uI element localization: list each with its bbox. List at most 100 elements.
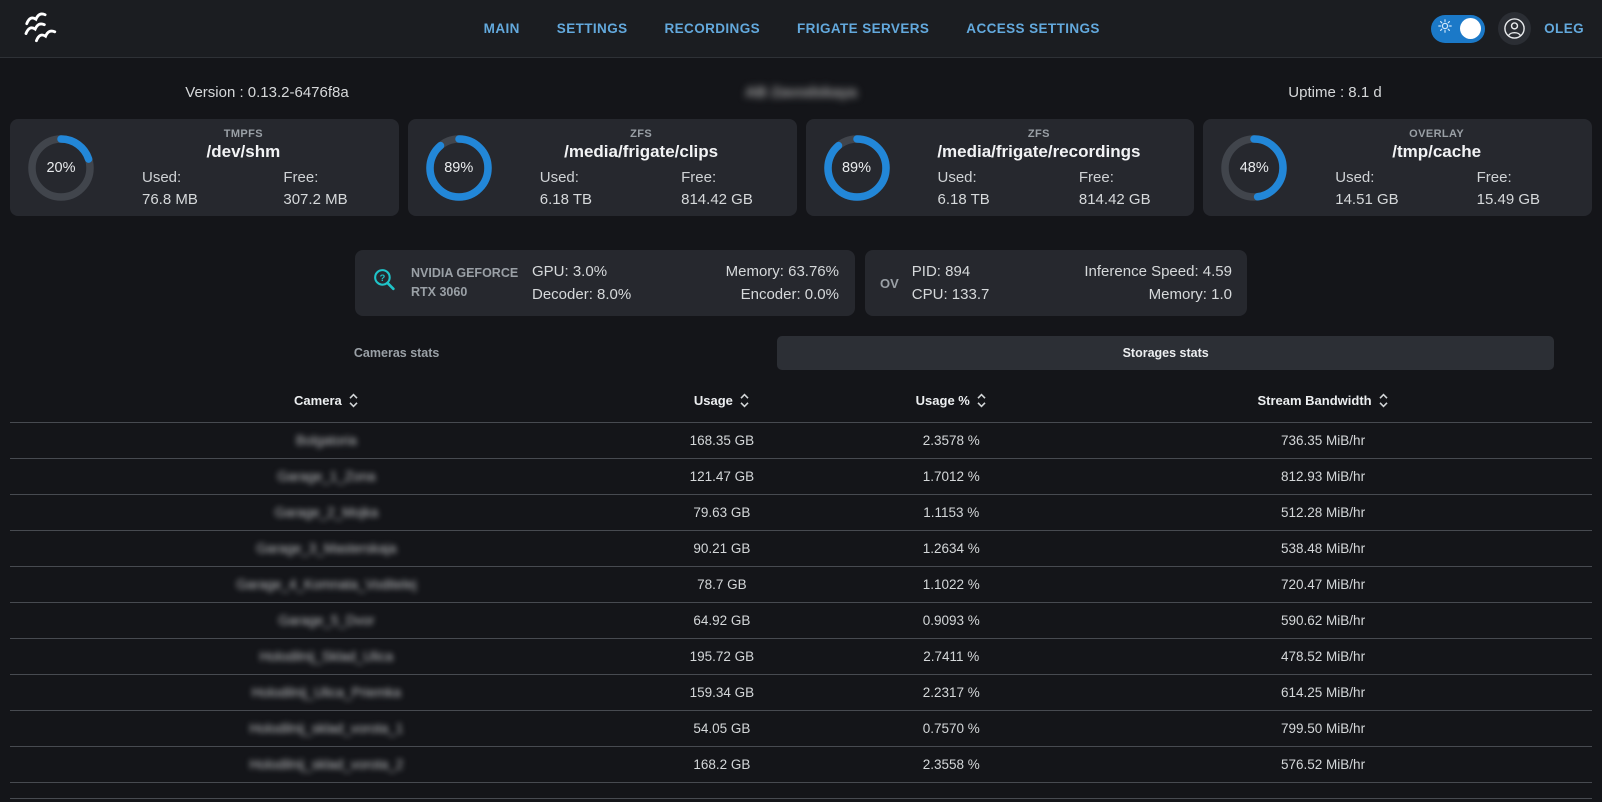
camera-usage-percent: 1.2634 % [801, 541, 1102, 556]
theme-toggle[interactable] [1431, 15, 1485, 43]
gpu-name: NVIDIA GEFORCE RTX 3060 [411, 264, 519, 303]
table-row-partial [10, 782, 1592, 799]
camera-usage: 78.7 GB [643, 577, 801, 592]
table-row[interactable]: Holodilnij_Ulica_Priemka 159.34 GB 2.231… [10, 674, 1592, 710]
filesystem-type: ZFS [500, 128, 783, 140]
frigate-birds-logo [18, 7, 62, 51]
gpu-usage: GPU: 3.0% [532, 263, 631, 280]
table-row[interactable]: Garage_4_Komnata_Voditelej 78.7 GB 1.102… [10, 566, 1592, 602]
table-header: Camera Usage Usage % Stream Bandwidth [10, 378, 1592, 422]
camera-bandwidth: 590.62 MiB/hr [1102, 613, 1545, 628]
camera-bandwidth: 538.48 MiB/hr [1102, 541, 1545, 556]
tab-storages-stats[interactable]: Storages stats [777, 336, 1554, 370]
storage-card: 20% TMPFS /dev/shm Used: 76.8 MB Free: 3… [10, 119, 399, 216]
free-value: 15.49 GB [1477, 191, 1578, 208]
gpu-card: ? NVIDIA GEFORCE RTX 3060 GPU: 3.0% Deco… [355, 250, 855, 316]
usage-percent-label: 89% [824, 135, 890, 201]
storage-card: 89% ZFS /media/frigate/clips Used: 6.18 … [408, 119, 797, 216]
camera-usage-percent: 1.1022 % [801, 577, 1102, 592]
storage-cards-row: 20% TMPFS /dev/shm Used: 76.8 MB Free: 3… [10, 119, 1592, 216]
detector-pid: PID: 894 [912, 263, 990, 280]
table-row[interactable]: Holodilnij_sklad_vorota_2 168.2 GB 2.355… [10, 746, 1592, 782]
top-navbar: MAIN SETTINGS RECORDINGS FRIGATE SERVERS ACC… [0, 0, 1602, 58]
used-label: Used: [142, 169, 243, 186]
nav-item-main[interactable]: MAIN [484, 21, 520, 36]
nav-item-access-settings[interactable]: ACCESS SETTINGS [966, 21, 1100, 36]
nav-item-recordings[interactable]: RECORDINGS [665, 21, 761, 36]
camera-usage: 54.05 GB [643, 721, 801, 736]
free-label: Free: [681, 169, 782, 186]
nav-item-frigate-servers[interactable]: FRIGATE SERVERS [797, 21, 929, 36]
camera-usage: 168.2 GB [643, 757, 801, 772]
camera-usage-percent: 2.3578 % [801, 433, 1102, 448]
camera-usage-percent: 0.7570 % [801, 721, 1102, 736]
detector-card: OV PID: 894 CPU: 133.7 Inference Speed: … [865, 250, 1247, 316]
toggle-knob [1460, 18, 1481, 39]
username[interactable]: OLEG [1544, 21, 1584, 36]
free-label: Free: [1079, 169, 1180, 186]
camera-bandwidth: 478.52 MiB/hr [1102, 649, 1545, 664]
user-avatar-icon[interactable] [1498, 12, 1531, 45]
camera-bandwidth: 720.47 MiB/hr [1102, 577, 1545, 592]
nav-item-settings[interactable]: SETTINGS [557, 21, 628, 36]
camera-usage: 79.63 GB [643, 505, 801, 520]
camera-usage-percent: 2.2317 % [801, 685, 1102, 700]
camera-bandwidth: 614.25 MiB/hr [1102, 685, 1545, 700]
usage-donut-chart: 89% [426, 135, 492, 201]
gpu-memory: Memory: 63.76% [726, 263, 839, 280]
free-value: 307.2 MB [283, 191, 384, 208]
mount-path: /dev/shm [102, 142, 385, 162]
tab-cameras-stats[interactable]: Cameras stats [16, 336, 777, 370]
free-value: 814.42 GB [681, 191, 782, 208]
camera-name: Holodilnij_sklad_vorota_2 [10, 757, 643, 772]
table-row[interactable]: Garage_3_Masterskaja 90.21 GB 1.2634 % 5… [10, 530, 1592, 566]
used-label: Used: [938, 169, 1039, 186]
free-label: Free: [1477, 169, 1578, 186]
frigate-dashboard: MAIN SETTINGS RECORDINGS FRIGATE SERVERS ACC… [0, 0, 1602, 802]
table-row[interactable]: Garage_5_Dvor 64.92 GB 0.9093 % 590.62 M… [10, 602, 1592, 638]
mount-path: /tmp/cache [1295, 142, 1578, 162]
camera-name: Garage_3_Masterskaja [10, 541, 643, 556]
table-row[interactable]: Bolgatoria 168.35 GB 2.3578 % 736.35 MiB… [10, 422, 1592, 458]
server-info-row: Version : 0.13.2-6476f8a AB Zavodskaya U… [0, 79, 1602, 105]
camera-usage: 168.35 GB [643, 433, 801, 448]
camera-usage-percent: 2.7411 % [801, 649, 1102, 664]
used-value: 76.8 MB [142, 191, 243, 208]
gpu-decoder: Decoder: 8.0% [532, 286, 631, 303]
used-value: 14.51 GB [1335, 191, 1436, 208]
table-row[interactable]: Garage_1_Zona 121.47 GB 1.7012 % 812.93 … [10, 458, 1592, 494]
camera-bandwidth: 799.50 MiB/hr [1102, 721, 1545, 736]
camera-usage-percent: 1.7012 % [801, 469, 1102, 484]
table-row[interactable]: Garage_2_Mojka 79.63 GB 1.1153 % 512.28 … [10, 494, 1592, 530]
detector-memory: Memory: 1.0 [1084, 286, 1232, 303]
table-row[interactable]: Holodilnij_Sklad_Ulica 195.72 GB 2.7411 … [10, 638, 1592, 674]
usage-percent-label: 20% [28, 135, 94, 201]
column-header-usage-percent[interactable]: Usage % [801, 392, 1102, 409]
nav-right: OLEG [1431, 12, 1584, 45]
detector-name: OV [880, 276, 899, 291]
camera-name: Garage_5_Dvor [10, 613, 643, 628]
column-header-stream-bandwidth[interactable]: Stream Bandwidth [1102, 392, 1545, 409]
camera-name: Holodilnij_Sklad_Ulica [10, 649, 643, 664]
camera-bandwidth: 512.28 MiB/hr [1102, 505, 1545, 520]
camera-usage: 159.34 GB [643, 685, 801, 700]
hardware-cards-row: ? NVIDIA GEFORCE RTX 3060 GPU: 3.0% Deco… [0, 250, 1602, 316]
usage-donut-chart: 89% [824, 135, 890, 201]
used-label: Used: [540, 169, 641, 186]
sun-icon [1438, 19, 1452, 38]
filesystem-type: TMPFS [102, 128, 385, 140]
usage-donut-chart: 48% [1221, 135, 1287, 201]
filesystem-type: ZFS [898, 128, 1181, 140]
used-value: 6.18 TB [938, 191, 1039, 208]
camera-name: Bolgatoria [10, 433, 643, 448]
version-label: Version : 0.13.2-6476f8a [0, 84, 534, 101]
filesystem-type: OVERLAY [1295, 128, 1578, 140]
camera-bandwidth: 736.35 MiB/hr [1102, 433, 1545, 448]
column-header-camera[interactable]: Camera [10, 392, 643, 409]
camera-usage: 90.21 GB [643, 541, 801, 556]
camera-usage: 195.72 GB [643, 649, 801, 664]
table-row[interactable]: Holodilnij_sklad_vorota_1 54.05 GB 0.757… [10, 710, 1592, 746]
column-header-usage[interactable]: Usage [643, 392, 801, 409]
sort-icon [739, 392, 750, 409]
uptime-label: Uptime : 8.1 d [1068, 84, 1602, 101]
